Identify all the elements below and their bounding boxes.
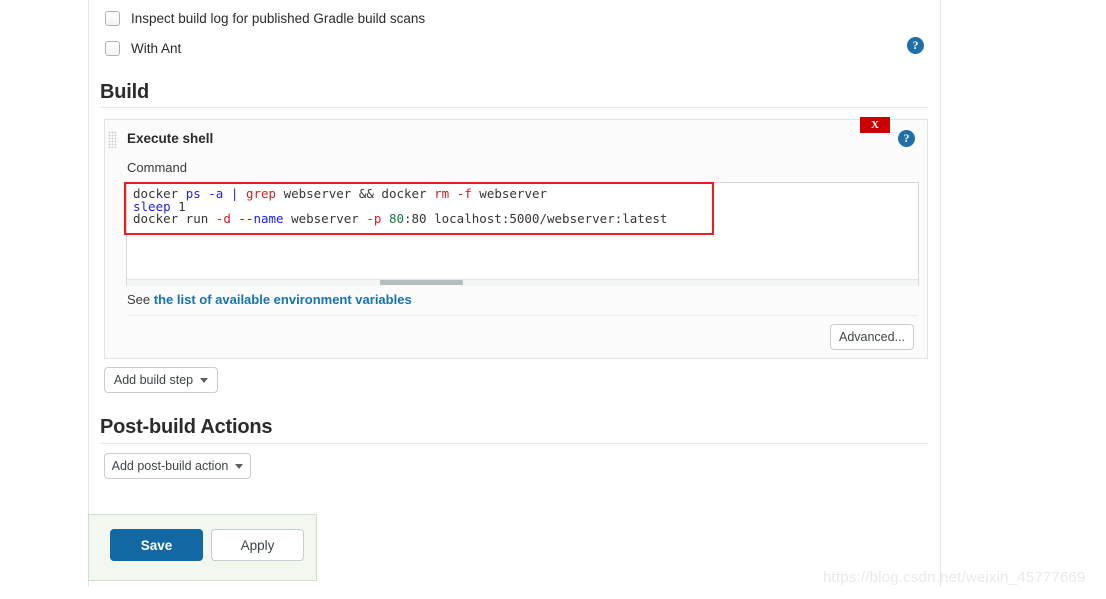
add-post-build-action-button[interactable]: Add post-build action bbox=[104, 453, 251, 479]
command-token: docker bbox=[373, 186, 435, 201]
divider-build bbox=[100, 107, 928, 108]
command-token: 80 bbox=[388, 211, 404, 227]
command-field-label: Command bbox=[127, 160, 187, 175]
apply-button[interactable]: Apply bbox=[211, 529, 304, 561]
environment-variables-note: See the list of available environment va… bbox=[127, 292, 412, 307]
command-code-line: docker ps -a | grep webserver && docker … bbox=[133, 186, 667, 201]
command-code-text: docker ps -a | grep webserver && docker … bbox=[133, 186, 668, 227]
command-token bbox=[381, 211, 389, 226]
command-token: webserver bbox=[283, 211, 367, 227]
command-token bbox=[449, 186, 457, 201]
command-token: -p bbox=[366, 211, 382, 227]
command-token bbox=[223, 186, 231, 201]
watermark-text: https://blog.csdn.net/weixin_45777669 bbox=[823, 569, 1086, 586]
help-icon-execute-shell[interactable]: ? bbox=[898, 130, 915, 147]
job-config-page: Inspect build log for published Gradle b… bbox=[0, 0, 1106, 599]
page-title-build: Build bbox=[100, 81, 149, 103]
checkbox-with-ant[interactable] bbox=[105, 41, 120, 56]
command-token: :80 localhost:5000/webserver:latest bbox=[404, 211, 668, 227]
checkbox-label-with-ant: With Ant bbox=[131, 41, 182, 56]
command-token: --name bbox=[238, 211, 284, 227]
delete-build-step-button[interactable]: X bbox=[860, 117, 890, 133]
command-code-line: docker run -d --name webserver -p 80:80 … bbox=[133, 211, 668, 227]
command-token: -a bbox=[208, 186, 224, 201]
add-build-step-button[interactable]: Add build step bbox=[104, 367, 218, 393]
chevron-down-icon bbox=[235, 463, 244, 469]
page-title-post-build: Post-build Actions bbox=[100, 416, 273, 438]
environment-variables-link[interactable]: the list of available environment variab… bbox=[154, 292, 412, 307]
checkbox-label-inspect-build-log: Inspect build log for published Gradle b… bbox=[131, 11, 426, 26]
command-token: grep bbox=[245, 186, 277, 201]
advanced-button-label: Advanced... bbox=[838, 330, 905, 344]
command-token: -d bbox=[215, 211, 231, 227]
command-token: webserver bbox=[471, 186, 548, 201]
build-step-title: Execute shell bbox=[127, 131, 214, 146]
add-post-build-action-label: Add post-build action bbox=[111, 459, 229, 473]
command-token: docker run bbox=[133, 211, 216, 227]
environment-variables-prefix: See bbox=[127, 292, 154, 307]
command-token bbox=[238, 186, 246, 201]
command-token: rm bbox=[434, 186, 450, 201]
help-icon-build-environment[interactable]: ? bbox=[907, 37, 924, 54]
command-token: -f bbox=[456, 186, 472, 201]
command-code-editor[interactable]: docker ps -a | grep webserver && docker … bbox=[126, 182, 919, 286]
advanced-button[interactable]: Advanced... bbox=[830, 324, 914, 350]
command-token: ps bbox=[185, 186, 201, 201]
editor-horizontal-scrollbar[interactable] bbox=[127, 279, 918, 286]
divider-build-step-footer bbox=[127, 315, 918, 316]
chevron-down-icon bbox=[200, 377, 209, 383]
checkbox-row-with-ant[interactable]: With Ant bbox=[105, 41, 181, 56]
drag-handle-icon[interactable] bbox=[108, 131, 117, 148]
divider-post-build bbox=[100, 443, 928, 444]
save-button[interactable]: Save bbox=[110, 529, 203, 561]
editor-scrollbar-thumb[interactable] bbox=[380, 280, 463, 285]
add-build-step-label: Add build step bbox=[113, 373, 194, 387]
command-token: && bbox=[358, 186, 374, 201]
checkbox-row-inspect-build-log[interactable]: Inspect build log for published Gradle b… bbox=[105, 11, 425, 26]
checkbox-inspect-build-log[interactable] bbox=[105, 11, 120, 26]
command-token: webserver bbox=[276, 186, 359, 201]
